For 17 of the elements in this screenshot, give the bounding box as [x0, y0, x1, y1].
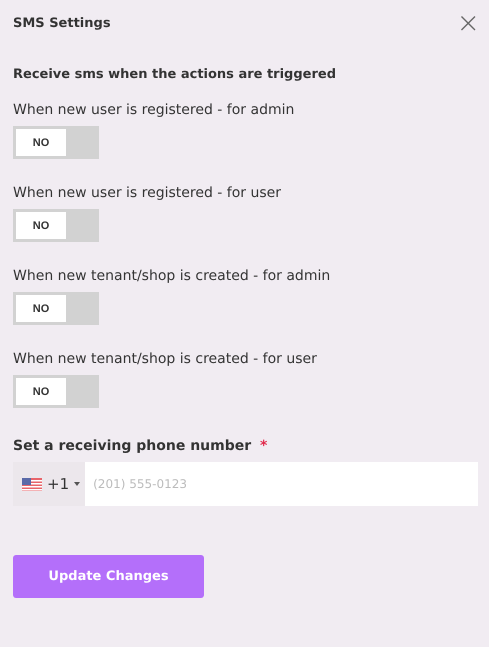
country-selector[interactable]: +1 — [13, 462, 86, 506]
toggle-switch[interactable]: NO — [13, 126, 99, 159]
toggle-switch[interactable]: NO — [13, 375, 99, 408]
setting-label: When new user is registered - for user — [13, 185, 282, 201]
field-label: Set a receiving phone number — [13, 438, 252, 454]
close-button[interactable]: × — [456, 9, 480, 37]
required-mark: * — [260, 438, 268, 454]
setting-label: When new user is registered - for admin — [13, 102, 294, 118]
toggle-switch[interactable]: NO — [13, 292, 99, 325]
caret-icon — [74, 482, 80, 486]
section-heading: Receive sms when the actions are triggered — [13, 67, 338, 82]
toggle-switch[interactable]: NO — [13, 209, 99, 242]
flag-icon — [22, 478, 42, 490]
setting-label: When new tenant/shop is created - for admin — [13, 268, 330, 284]
dialog-title: SMS Settings — [13, 16, 111, 30]
setting-label: When new tenant/shop is created - for user — [13, 351, 317, 367]
phone-input-field[interactable]: (201) 555-0123 — [85, 462, 478, 506]
